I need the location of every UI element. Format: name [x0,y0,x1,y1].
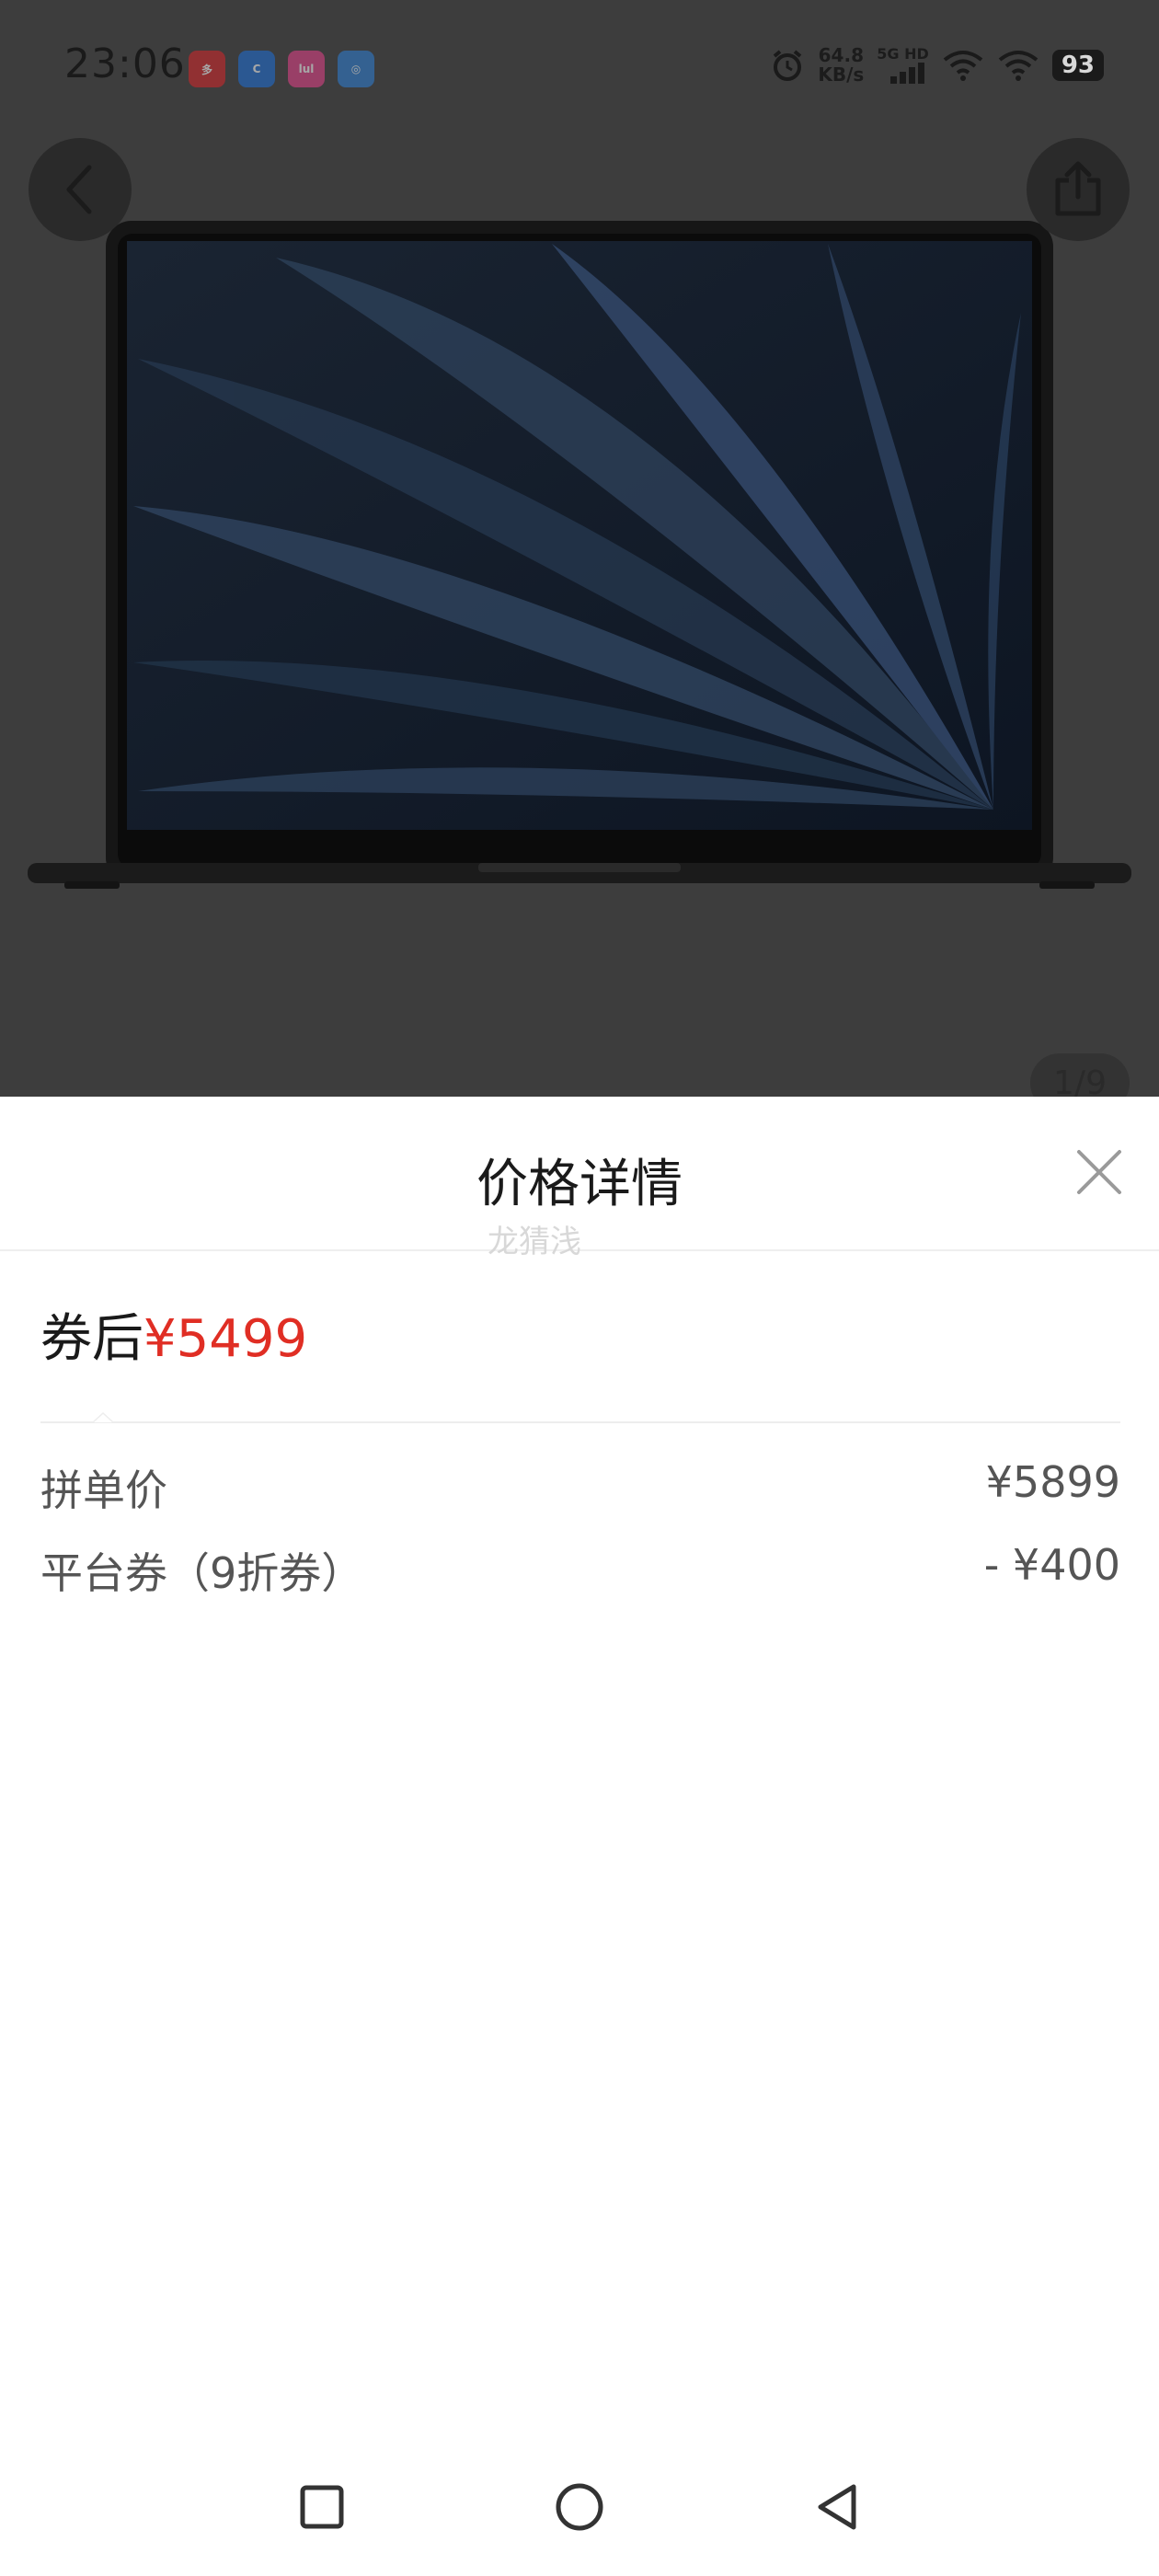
cell-signal: 5G HD [877,47,929,84]
product-image[interactable] [0,202,1159,920]
cell-signal-icon [889,63,924,84]
battery-indicator: 93 [1051,50,1104,81]
price-row-value: - ¥400 [983,1540,1120,1590]
status-bar: 23:06 多 C lul ◎ 64.8 KB/s 5G HD 93 [0,0,1159,138]
price-row-label: 平台券（9折券） [40,1548,364,1598]
back-button[interactable] [29,138,132,241]
after-coupon-value: ¥5499 [143,1309,308,1369]
divider [40,1412,1120,1431]
price-row-group-price: 拼单价 ¥5899 [40,1457,1120,1518]
app-icon-4: ◎ [338,51,374,87]
share-icon [1055,161,1101,216]
alarm-icon [774,50,802,81]
wifi-icon-2 [998,51,1039,81]
system-nav-bar [0,2447,1159,2576]
app-icon-3: lul [288,51,325,87]
home-button[interactable] [547,2475,612,2539]
price-row-platform-coupon: 平台券（9折券） - ¥400 [40,1540,1120,1601]
chevron-left-icon [66,165,92,214]
circle-icon [556,2483,603,2531]
watermark-text: 龙猜浅 [488,1224,581,1260]
status-right: 64.8 KB/s 5G HD 93 [770,46,1104,85]
recent-apps-button[interactable] [290,2475,354,2539]
app-icon-1: 多 [189,51,225,87]
system-back-button[interactable] [805,2475,869,2539]
image-page-indicator: 1/9 [1030,1053,1130,1097]
share-button[interactable] [1027,138,1130,241]
after-coupon-price: 券后 ¥5499 [40,1297,307,1372]
sheet-header: 价格详情 龙猜浅 [0,1097,1159,1260]
square-icon [300,2485,344,2529]
net-speed: 64.8 KB/s [818,44,865,86]
price-row-label: 拼单价 [40,1466,167,1515]
sheet-title: 价格详情 [476,1155,683,1214]
app-icon-2: C [238,51,275,87]
status-time: 23:06 [64,40,186,87]
price-row-value: ¥5899 [985,1457,1120,1507]
price-detail-sheet: 价格详情 龙猜浅 券后 ¥5499 拼单价 ¥5899 平台券（9折券） - ¥… [0,1097,1159,2576]
after-coupon-label: 券后 [40,1309,143,1369]
product-image-area: 23:06 多 C lul ◎ 64.8 KB/s 5G HD 93 1/9 [0,0,1159,1097]
notification-app-icons: 多 C lul ◎ [189,51,374,87]
triangle-back-icon [818,2484,856,2530]
close-icon[interactable] [1072,1144,1127,1200]
wifi-icon-1 [943,51,983,81]
